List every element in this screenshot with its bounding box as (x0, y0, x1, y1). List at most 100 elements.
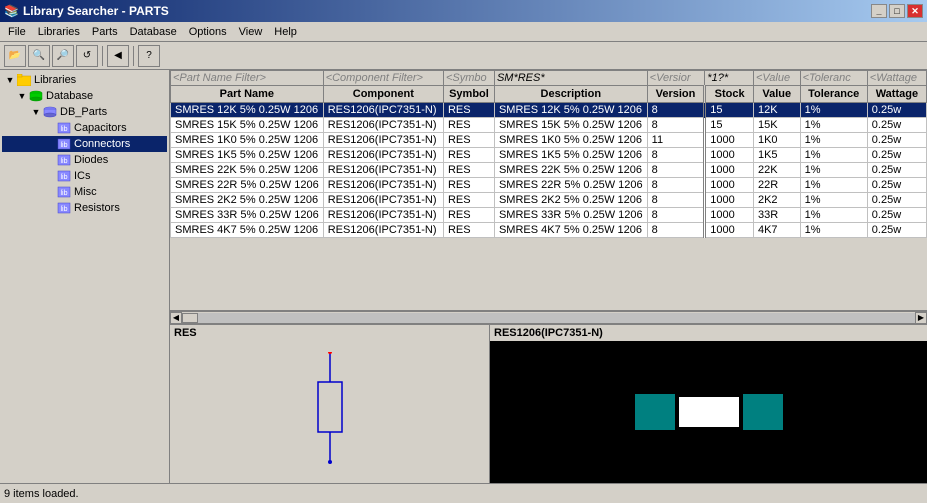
cell-tolerance: 1% (800, 133, 867, 148)
cell-stock: 1000 (705, 163, 754, 178)
menu-libraries[interactable]: Libraries (32, 24, 86, 40)
sidebar-item-resistors[interactable]: ▶ lib Resistors (2, 200, 167, 216)
open-button[interactable]: 📂 (4, 45, 26, 67)
filter-part-name-input[interactable] (171, 71, 323, 85)
table-row[interactable]: SMRES 22K 5% 0.25W 1206RES1206(IPC7351-N… (171, 163, 927, 178)
capacitors-label: Capacitors (74, 122, 127, 134)
col-tolerance[interactable]: Tolerance (800, 86, 867, 103)
col-stock[interactable]: Stock (705, 86, 754, 103)
menu-help[interactable]: Help (268, 24, 303, 40)
scroll-right-arrow[interactable]: ▶ (915, 312, 927, 324)
toggle-db-parts[interactable]: ▼ (30, 106, 42, 118)
cell-version: 8 (647, 193, 705, 208)
search-all-button[interactable]: 🔎 (52, 45, 74, 67)
cell-tolerance: 1% (800, 223, 867, 238)
filter-version-input[interactable] (648, 71, 705, 85)
menu-database[interactable]: Database (124, 24, 183, 40)
filter-component-input[interactable] (324, 71, 443, 85)
content-area: Part Name Component Symbol Description V… (170, 70, 927, 483)
cell-stock: 1000 (705, 178, 754, 193)
filter-version-cell[interactable] (647, 71, 705, 86)
parts-table: Part Name Component Symbol Description V… (170, 70, 927, 238)
back-button[interactable]: ◀ (107, 45, 129, 67)
resistors-label: Resistors (74, 202, 120, 214)
cell-wattage: 0.25w (867, 103, 926, 118)
filter-wattage-cell[interactable] (867, 71, 926, 86)
table-row[interactable]: SMRES 22R 5% 0.25W 1206RES1206(IPC7351-N… (171, 178, 927, 193)
col-component[interactable]: Component (323, 86, 443, 103)
filter-tolerance-cell[interactable] (800, 71, 867, 86)
col-description[interactable]: Description (494, 86, 647, 103)
table-row[interactable]: SMRES 2K2 5% 0.25W 1206RES1206(IPC7351-N… (171, 193, 927, 208)
footprint-label: RES1206(IPC7351-N) (490, 325, 927, 341)
col-wattage[interactable]: Wattage (867, 86, 926, 103)
table-row[interactable]: SMRES 15K 5% 0.25W 1206RES1206(IPC7351-N… (171, 118, 927, 133)
filter-stock-input[interactable] (705, 71, 753, 85)
menu-view[interactable]: View (233, 24, 269, 40)
maximize-button[interactable]: □ (889, 4, 905, 18)
cell-value: 4K7 (753, 223, 800, 238)
col-symbol[interactable]: Symbol (443, 86, 494, 103)
filter-value-input[interactable] (754, 71, 800, 85)
filter-stock-cell[interactable] (705, 71, 754, 86)
toggle-libraries[interactable]: ▼ (4, 74, 16, 86)
table-row[interactable]: SMRES 33R 5% 0.25W 1206RES1206(IPC7351-N… (171, 208, 927, 223)
toggle-database[interactable]: ▼ (16, 90, 28, 102)
cell-stock: 1000 (705, 148, 754, 163)
sidebar-item-db-parts[interactable]: ▼ DB_Parts (2, 104, 167, 120)
scroll-track[interactable] (198, 313, 915, 323)
filter-value-cell[interactable] (753, 71, 800, 86)
cell-description: SMRES 1K0 5% 0.25W 1206 (494, 133, 647, 148)
col-version[interactable]: Version (647, 86, 705, 103)
cell-symbol: RES (443, 193, 494, 208)
menu-options[interactable]: Options (183, 24, 233, 40)
search-button[interactable]: 🔍 (28, 45, 50, 67)
filter-tolerance-input[interactable] (801, 71, 867, 85)
sidebar-item-diodes[interactable]: ▶ lib Diodes (2, 152, 167, 168)
filter-component-cell[interactable] (323, 71, 443, 86)
col-part-name[interactable]: Part Name (171, 86, 324, 103)
minimize-button[interactable]: _ (871, 4, 887, 18)
close-button[interactable]: ✕ (907, 4, 923, 18)
filter-description-cell[interactable] (494, 71, 647, 86)
toolbar-separator-1 (102, 46, 103, 66)
filter-symbol-cell[interactable] (443, 71, 494, 86)
sidebar-item-libraries[interactable]: ▼ Libraries (2, 72, 167, 88)
scroll-left-arrow[interactable]: ◀ (170, 312, 182, 324)
table-row[interactable]: SMRES 4K7 5% 0.25W 1206RES1206(IPC7351-N… (171, 223, 927, 238)
table-row[interactable]: SMRES 12K 5% 0.25W 1206RES1206(IPC7351-N… (171, 103, 927, 118)
cell-part_name: SMRES 12K 5% 0.25W 1206 (171, 103, 324, 118)
cell-stock: 1000 (705, 193, 754, 208)
footprint-preview: RES1206(IPC7351-N) (490, 325, 927, 483)
filter-description-input[interactable] (495, 71, 647, 85)
help-button[interactable]: ? (138, 45, 160, 67)
menu-parts[interactable]: Parts (86, 24, 124, 40)
cell-version: 8 (647, 118, 705, 133)
cell-version: 8 (647, 103, 705, 118)
col-value[interactable]: Value (753, 86, 800, 103)
cell-value: 1K5 (753, 148, 800, 163)
db-parts-label: DB_Parts (60, 106, 107, 118)
horizontal-scrollbar[interactable]: ◀ ▶ (170, 311, 927, 323)
sidebar-item-capacitors[interactable]: ▶ lib Capacitors (2, 120, 167, 136)
sidebar-item-connectors[interactable]: ▶ lib Connectors (2, 136, 167, 152)
filter-wattage-input[interactable] (868, 71, 926, 85)
window-title: Library Searcher - PARTS (23, 4, 169, 18)
table-row[interactable]: SMRES 1K0 5% 0.25W 1206RES1206(IPC7351-N… (171, 133, 927, 148)
sidebar-item-ics[interactable]: ▶ lib ICs (2, 168, 167, 184)
sidebar-item-misc[interactable]: ▶ lib Misc (2, 184, 167, 200)
table-body: SMRES 12K 5% 0.25W 1206RES1206(IPC7351-N… (171, 103, 927, 238)
connectors-lib-icon: lib (56, 137, 72, 151)
database-label: Database (46, 90, 93, 102)
menu-file[interactable]: File (2, 24, 32, 40)
table-row[interactable]: SMRES 1K5 5% 0.25W 1206RES1206(IPC7351-N… (171, 148, 927, 163)
sidebar-item-database[interactable]: ▼ Database (2, 88, 167, 104)
cell-value: 22R (753, 178, 800, 193)
refresh-button[interactable]: ↺ (76, 45, 98, 67)
cell-component: RES1206(IPC7351-N) (323, 118, 443, 133)
cell-tolerance: 1% (800, 103, 867, 118)
table-area[interactable]: Part Name Component Symbol Description V… (170, 70, 927, 311)
filter-symbol-input[interactable] (444, 71, 494, 85)
filter-part-name-cell[interactable] (171, 71, 324, 86)
scroll-thumb-left[interactable] (182, 313, 198, 323)
